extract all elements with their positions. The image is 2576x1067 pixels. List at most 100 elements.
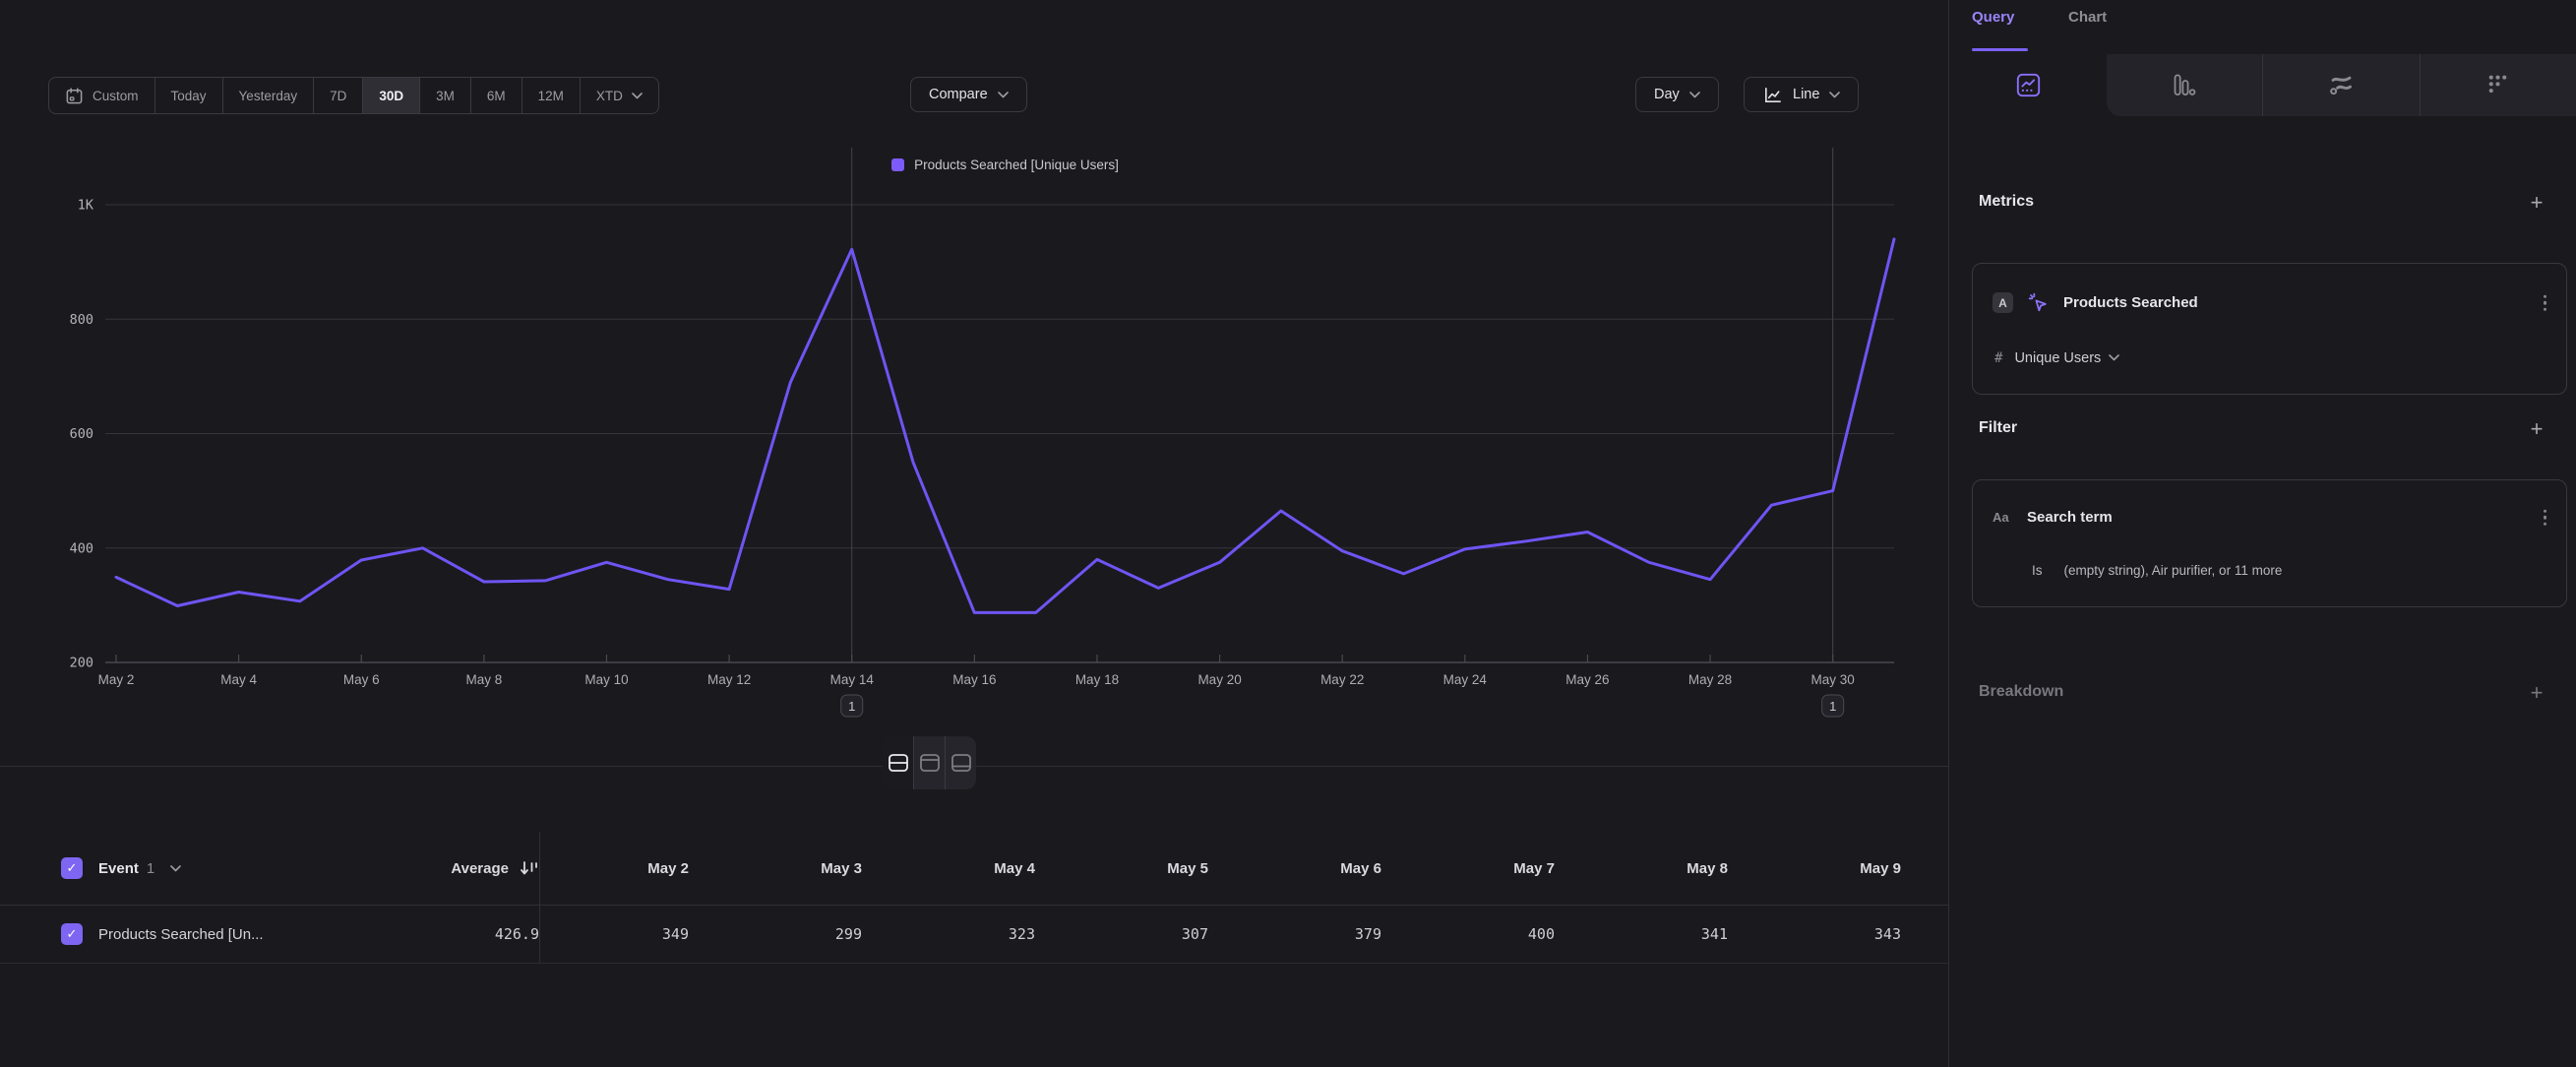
analytics-app: Custom Today Yesterday 7D 30D3M 6M 12M XTD Comp…	[0, 0, 2576, 1067]
range-label: 7D	[330, 89, 346, 103]
range-button-12m[interactable]: 12M	[522, 78, 581, 113]
table-col-header: May 5	[1060, 860, 1233, 877]
calendar-icon	[65, 87, 84, 105]
range-button-7d[interactable]: 7D	[314, 78, 363, 113]
funnels-report-tab[interactable]	[2107, 54, 2263, 116]
tab-query[interactable]: Query	[1972, 9, 2014, 26]
y-tick-label: 200	[70, 656, 93, 671]
x-tick-label: May 6	[343, 672, 380, 687]
table-col-header: May 8	[1579, 860, 1752, 877]
table-col-header: May 3	[713, 860, 887, 877]
metric-options-kebab-icon[interactable]	[2540, 291, 2551, 316]
table-col-header: May 7	[1406, 860, 1579, 877]
compare-label: Compare	[929, 87, 988, 102]
row-checkbox[interactable]: ✓	[61, 923, 83, 945]
y-tick-label: 400	[70, 540, 93, 556]
insights-report-tab[interactable]	[1950, 54, 2107, 116]
tab-chart[interactable]: Chart	[2068, 9, 2107, 26]
chart-type-label: Line	[1793, 87, 1819, 102]
select-all-checkbox[interactable]: ✓	[61, 857, 83, 879]
chart-only-view-button[interactable]	[914, 736, 946, 789]
add-filter-button[interactable]: +	[2525, 417, 2548, 441]
table-cell-value: 341	[1579, 925, 1752, 943]
table-col-header: May 6	[1233, 860, 1406, 877]
granularity-label: Day	[1654, 87, 1680, 102]
range-label: 12M	[538, 89, 564, 103]
chevron-down-icon[interactable]	[170, 865, 181, 872]
table-header-row: ✓ Event 1 Average May 2May 3May 4May 5Ma…	[0, 832, 1948, 906]
range-label: Custom	[92, 89, 139, 103]
granularity-button[interactable]: Day	[1635, 77, 1719, 112]
row-series-name: Products Searched [Un...	[98, 926, 264, 943]
flows-icon	[2328, 72, 2355, 98]
report-type-tabs	[1950, 54, 2576, 116]
metrics-section-title: Metrics	[1979, 193, 2034, 211]
range-label: Yesterday	[239, 89, 298, 103]
metric-card[interactable]: A Products Searched # Unique Users	[1972, 263, 2567, 395]
metric-event-name[interactable]: Products Searched	[2063, 294, 2198, 311]
range-button-yesterday[interactable]: Yesterday	[223, 78, 315, 113]
table-cell-value: 307	[1060, 925, 1233, 943]
table-cell-value: 400	[1406, 925, 1579, 943]
x-tick-label: May 2	[98, 672, 135, 687]
flows-report-tab[interactable]	[2262, 54, 2420, 116]
chart-type-button[interactable]: Line	[1744, 77, 1859, 112]
range-button-30d[interactable]: 30D	[363, 78, 420, 113]
average-column-label: Average	[451, 860, 509, 877]
range-button-custom[interactable]: Custom	[49, 78, 155, 113]
range-label: Today	[171, 89, 207, 103]
row-average-value: 426.9	[495, 925, 539, 943]
breakdown-section-title: Breakdown	[1979, 683, 2063, 701]
chevron-down-icon	[1689, 92, 1700, 98]
x-tick-label: May 16	[952, 672, 996, 687]
range-button-today[interactable]: Today	[155, 78, 223, 113]
event-column-label: Event	[98, 860, 139, 877]
y-tick-label: 600	[70, 426, 93, 442]
filter-property-name[interactable]: Search term	[2027, 509, 2113, 526]
filter-operator[interactable]: Is	[2032, 563, 2043, 578]
filter-value[interactable]: (empty string), Air purifier, or 11 more	[2064, 563, 2283, 578]
line-chart[interactable]: 1K800600400200May 2May 4May 6May 8May 10…	[0, 138, 1948, 748]
add-breakdown-button[interactable]: +	[2525, 681, 2548, 705]
chart-series-line	[116, 239, 1894, 613]
add-metric-button[interactable]: +	[2525, 191, 2548, 215]
string-property-badge: Aa	[1993, 510, 2013, 525]
compare-button[interactable]: Compare	[910, 77, 1027, 112]
bar-chart-icon	[2171, 72, 2197, 98]
filter-options-kebab-icon[interactable]	[2540, 505, 2551, 530]
x-tick-label: May 24	[1443, 672, 1488, 687]
event-count: 1	[147, 860, 154, 877]
table-only-view-button[interactable]	[946, 736, 976, 789]
table-cell-value: 299	[713, 925, 887, 943]
table-cell-value: 323	[887, 925, 1060, 943]
x-tick-label: May 4	[220, 672, 257, 687]
table-col-header: May 2	[540, 860, 713, 877]
aggregation-value: Unique Users	[2014, 350, 2101, 366]
series-letter-badge: A	[1993, 292, 2013, 313]
x-tick-label: May 18	[1075, 672, 1119, 687]
chevron-down-icon	[632, 93, 643, 99]
x-tick-label: May 14	[830, 672, 875, 687]
metrics-grid-report-tab[interactable]	[2420, 54, 2576, 116]
annotation-badge-label: 1	[1829, 699, 1836, 714]
range-button-xtd[interactable]: XTD	[581, 78, 658, 113]
aggregation-prefix: #	[1994, 350, 2002, 366]
sort-descending-icon[interactable]	[519, 859, 539, 878]
table-cell-value: 343	[1752, 925, 1926, 943]
range-button-3m[interactable]: 3M	[420, 78, 471, 113]
insights-chart-icon	[2015, 72, 2042, 98]
split-view-button[interactable]	[883, 736, 914, 789]
chevron-down-icon	[998, 92, 1009, 98]
x-tick-label: May 28	[1688, 672, 1732, 687]
query-panel: Query Chart	[1948, 0, 2576, 1067]
breakdown-table: ✓ Event 1 Average May 2May 3May 4May 5Ma…	[0, 832, 1948, 964]
aggregation-selector[interactable]: Unique Users	[2014, 350, 2119, 366]
annotation-badge-label: 1	[848, 699, 855, 714]
range-button-6m[interactable]: 6M	[471, 78, 522, 113]
filter-section-title: Filter	[1979, 419, 2017, 437]
filter-card[interactable]: Aa Search term Is (empty string), Air pu…	[1972, 479, 2567, 607]
chevron-down-icon	[2109, 354, 2119, 361]
range-label: 6M	[487, 89, 506, 103]
x-tick-label: May 20	[1197, 672, 1241, 687]
chevron-down-icon	[1829, 92, 1840, 98]
